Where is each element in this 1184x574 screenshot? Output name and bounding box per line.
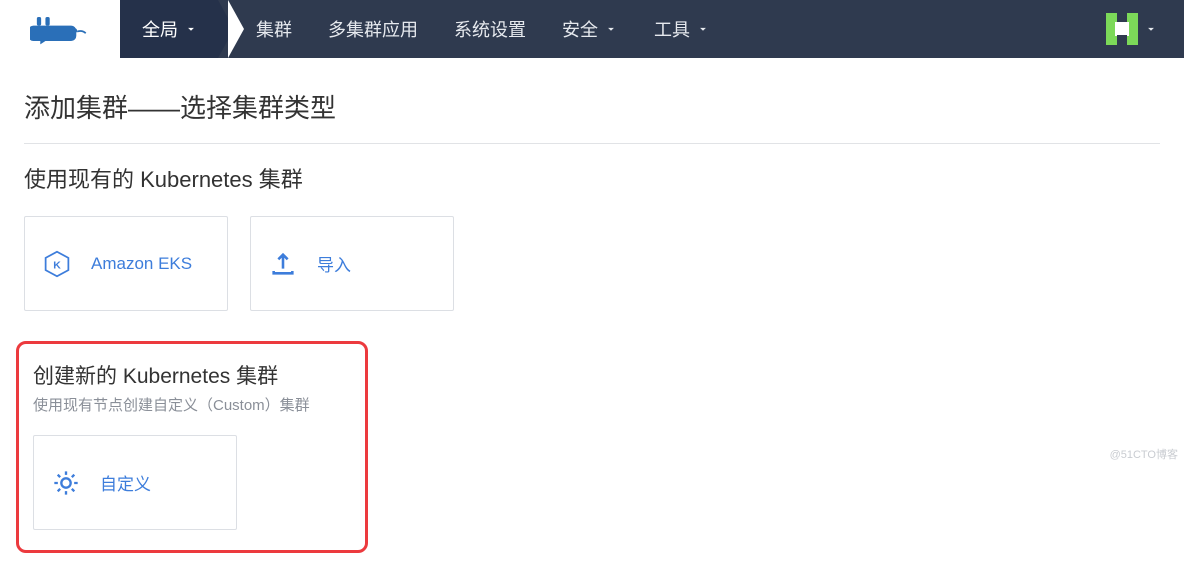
svg-text:K: K (53, 259, 61, 271)
watermark: @51CTO博客 (1110, 446, 1178, 462)
user-menu[interactable] (1088, 0, 1176, 58)
nav-label: 安全 (562, 16, 598, 42)
create-cards-row: 自定义 (33, 435, 351, 530)
chevron-down-icon (184, 22, 198, 36)
card-label: Amazon EKS (91, 254, 192, 274)
rancher-logo-icon (30, 11, 90, 47)
nav-label: 工具 (654, 16, 690, 42)
create-section-subtitle: 使用现有节点创建自定义（Custom）集群 (33, 394, 351, 415)
chevron-down-icon (604, 22, 618, 36)
nav-label: 集群 (256, 16, 292, 42)
card-label: 自定义 (100, 470, 151, 495)
nav-label: 系统设置 (454, 16, 526, 42)
nav-item-security[interactable]: 安全 (544, 0, 636, 58)
nav-item-multicluster[interactable]: 多集群应用 (310, 0, 436, 58)
divider (24, 143, 1160, 144)
existing-cards-row: K Amazon EKS 导入 (24, 216, 1160, 311)
nav-bar: 全局 集群 多集群应用 系统设置 安全 工具 (120, 0, 1184, 58)
card-custom[interactable]: 自定义 (33, 435, 237, 530)
create-section-title: 创建新的 Kubernetes 集群 (33, 360, 351, 390)
nav-separator (228, 0, 244, 58)
chevron-down-icon (1144, 22, 1158, 36)
eks-icon: K (43, 250, 71, 278)
import-icon (269, 250, 297, 278)
avatar-icon (1106, 13, 1138, 45)
nav-label: 多集群应用 (328, 16, 418, 42)
create-section-highlight: 创建新的 Kubernetes 集群 使用现有节点创建自定义（Custom）集群… (16, 341, 368, 553)
main-content: 添加集群——选择集群类型 使用现有的 Kubernetes 集群 K Amazo… (0, 58, 1184, 573)
nav-item-clusters[interactable]: 集群 (238, 0, 310, 58)
nav-global-label: 全局 (142, 16, 178, 42)
gear-icon (52, 469, 80, 497)
nav-global-scope[interactable]: 全局 (120, 0, 218, 58)
nav-item-tools[interactable]: 工具 (636, 0, 728, 58)
chevron-down-icon (696, 22, 710, 36)
top-nav: 全局 集群 多集群应用 系统设置 安全 工具 (0, 0, 1184, 58)
existing-section-title: 使用现有的 Kubernetes 集群 (24, 162, 1160, 194)
card-amazon-eks[interactable]: K Amazon EKS (24, 216, 228, 311)
logo[interactable] (0, 0, 120, 58)
page-title: 添加集群——选择集群类型 (24, 88, 1160, 125)
card-label: 导入 (317, 251, 351, 276)
card-import[interactable]: 导入 (250, 216, 454, 311)
nav-item-settings[interactable]: 系统设置 (436, 0, 544, 58)
